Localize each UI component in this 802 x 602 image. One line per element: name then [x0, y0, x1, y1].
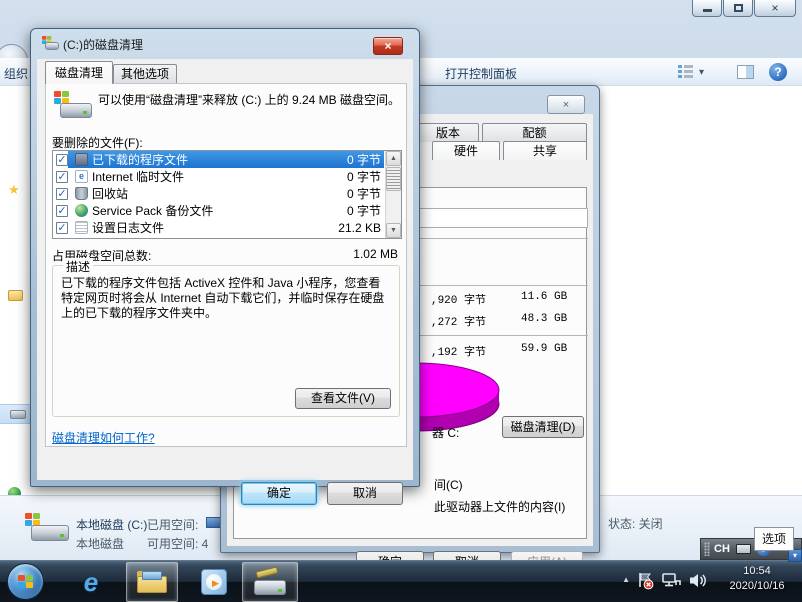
- sidebar-item-computer[interactable]: [0, 404, 30, 424]
- volume-icon[interactable]: [689, 572, 708, 589]
- list-item[interactable]: ✓ 回收站0 字节: [53, 185, 401, 202]
- total-space-value: 1.02 MB: [353, 247, 402, 264]
- close-icon: ×: [771, 1, 778, 15]
- list-item[interactable]: ✓ eInternet 临时文件0 字节: [53, 168, 401, 185]
- close-icon: ×: [563, 99, 569, 111]
- cleanup-tab-page: 可以使用“磁盘清理”来释放 (C:) 上的 9.24 MB 磁盘空间。 要删除的…: [45, 83, 407, 447]
- dialog-title: (C:)的磁盘清理: [63, 36, 143, 53]
- setup-log-icon: [75, 221, 88, 234]
- favorites-star-icon[interactable]: ★: [8, 182, 20, 198]
- minimize-icon: [703, 9, 712, 12]
- status-label: 状态: 关闭: [608, 515, 663, 532]
- language-indicator[interactable]: CH: [714, 543, 730, 555]
- views-icon[interactable]: [678, 65, 693, 79]
- intro-text: 可以使用“磁盘清理”来释放 (C:) 上的 9.24 MB 磁盘空间。: [98, 92, 400, 108]
- open-control-panel-button[interactable]: 打开控制面板: [445, 65, 517, 82]
- windows-flag-icon: [18, 575, 33, 588]
- cancel-button[interactable]: 取消: [327, 482, 403, 505]
- how-it-works-link[interactable]: 磁盘清理如何工作?: [52, 429, 155, 446]
- desktop: × ← ▾ 搜索 计算机 组织: [0, 0, 802, 602]
- keyboard-icon[interactable]: [736, 544, 751, 554]
- clock-time: 10:54: [718, 564, 796, 579]
- ok-button[interactable]: 确定: [241, 482, 317, 505]
- list-scrollbar[interactable]: ▲ ▼: [385, 151, 401, 238]
- libraries-folder-icon[interactable]: [8, 290, 23, 301]
- tab-disk-cleanup[interactable]: 磁盘清理: [45, 61, 113, 84]
- start-button[interactable]: [7, 563, 44, 600]
- checkbox-checked[interactable]: ✓: [56, 171, 68, 183]
- close-button[interactable]: ×: [754, 0, 796, 17]
- options-button[interactable]: 选项: [754, 527, 794, 551]
- preview-pane-icon[interactable]: [737, 65, 754, 79]
- media-player-icon: ▶: [201, 569, 227, 595]
- tab-sharing[interactable]: 共享: [503, 141, 587, 160]
- taskbar-disk-cleanup[interactable]: [242, 562, 298, 602]
- list-item[interactable]: ✓ 已下载的程序文件0 字节: [53, 151, 401, 168]
- taskbar: e ▶ ▲: [0, 560, 802, 602]
- views-dropdown-icon[interactable]: ▾: [699, 67, 704, 78]
- properties-close-button[interactable]: ×: [547, 95, 585, 114]
- show-hidden-icons[interactable]: ▲: [622, 575, 630, 584]
- computer-disk-icon: [10, 410, 26, 419]
- description-groupbox: 描述 已下载的程序文件包括 ActiveX 控件和 Java 小程序，您查看特定…: [52, 265, 400, 417]
- organize-menu[interactable]: 组织: [4, 65, 28, 82]
- tab-version[interactable]: 版本: [417, 123, 479, 142]
- used-gb-value: 11.6 GB: [521, 291, 567, 303]
- disk-cleanup-taskbar-icon: [254, 569, 286, 595]
- minimize-button[interactable]: [692, 0, 722, 17]
- taskbar-explorer[interactable]: [126, 562, 178, 602]
- downloaded-program-files-icon: [75, 153, 88, 166]
- checkbox-checked[interactable]: ✓: [56, 188, 68, 200]
- dialog-body: 磁盘清理 其他选项 可以使用“磁盘清理”来释放 (C:) 上的 9.24 MB …: [37, 59, 413, 480]
- network-icon[interactable]: [662, 572, 682, 589]
- folder-icon: [137, 571, 167, 593]
- action-center-flag-icon[interactable]: [637, 572, 654, 590]
- close-icon: ×: [384, 39, 391, 53]
- disk-cleanup-dialog: (C:)的磁盘清理 × 磁盘清理 其他选项 可以使用“磁盘清理”来释放 (C:)…: [30, 28, 420, 487]
- drive-label-fragment: 器 C:: [432, 424, 459, 441]
- view-files-button[interactable]: 查看文件(V): [295, 388, 391, 409]
- list-item[interactable]: ✓ 设置日志文件21.2 KB: [53, 219, 401, 236]
- maximize-button[interactable]: [723, 0, 753, 17]
- disk-cleanup-icon: [54, 91, 94, 123]
- checkbox-checked[interactable]: ✓: [56, 154, 68, 166]
- description-text: 已下载的程序文件包括 ActiveX 控件和 Java 小程序，您查看特定网页时…: [61, 276, 391, 321]
- tab-more-options[interactable]: 其他选项: [113, 64, 177, 84]
- capacity-gb-value: 59.9 GB: [521, 343, 567, 355]
- dialog-close-button[interactable]: ×: [373, 37, 403, 55]
- scroll-down-icon[interactable]: ▼: [386, 223, 401, 238]
- files-to-delete-label: 要删除的文件(F):: [52, 134, 143, 151]
- free-gb-value: 48.3 GB: [521, 313, 567, 325]
- disk-title: 本地磁盘 (C:): [76, 516, 147, 533]
- free-space-label: 可用空间: 4: [147, 535, 208, 552]
- checkbox-checked[interactable]: ✓: [56, 222, 68, 234]
- taskbar-clock[interactable]: 10:54 2020/10/16: [718, 564, 796, 594]
- internet-explorer-icon: e: [84, 567, 98, 598]
- used-space-label: 已用空间:: [147, 516, 198, 533]
- service-pack-icon: [75, 204, 88, 217]
- disk-cleanup-button[interactable]: 磁盘清理(D): [502, 416, 584, 438]
- explorer-titlebar[interactable]: ×: [0, 0, 802, 28]
- disk-cleanup-title-icon: [42, 36, 60, 51]
- scroll-thumb[interactable]: [386, 167, 401, 191]
- clock-date: 2020/10/16: [718, 579, 796, 594]
- taskbar-media-player[interactable]: ▶: [190, 562, 238, 602]
- files-listbox: ✓ 已下载的程序文件0 字节 ✓ eInternet 临时文件0 字节 ✓ 回收…: [52, 150, 402, 239]
- recycle-bin-icon: [75, 187, 88, 200]
- list-item[interactable]: ✓ Service Pack 备份文件0 字节: [53, 202, 401, 219]
- maximize-icon: [734, 4, 743, 12]
- tab-quota[interactable]: 配额: [482, 123, 587, 142]
- local-disk-icon: [25, 513, 71, 547]
- tab-hardware[interactable]: 硬件: [432, 141, 500, 160]
- internet-temp-files-icon: e: [75, 170, 88, 183]
- taskbar-internet-explorer[interactable]: e: [68, 562, 114, 602]
- checkbox-checked[interactable]: ✓: [56, 205, 68, 217]
- help-icon[interactable]: ?: [769, 63, 787, 81]
- compress-checkbox-fragment[interactable]: 间(C): [434, 476, 463, 493]
- description-legend: 描述: [63, 258, 93, 275]
- scroll-up-icon[interactable]: ▲: [386, 151, 401, 166]
- index-checkbox-fragment[interactable]: 此驱动器上文件的内容(I): [434, 498, 565, 515]
- grip-icon[interactable]: [704, 542, 710, 556]
- disk-subtitle: 本地磁盘: [76, 535, 124, 552]
